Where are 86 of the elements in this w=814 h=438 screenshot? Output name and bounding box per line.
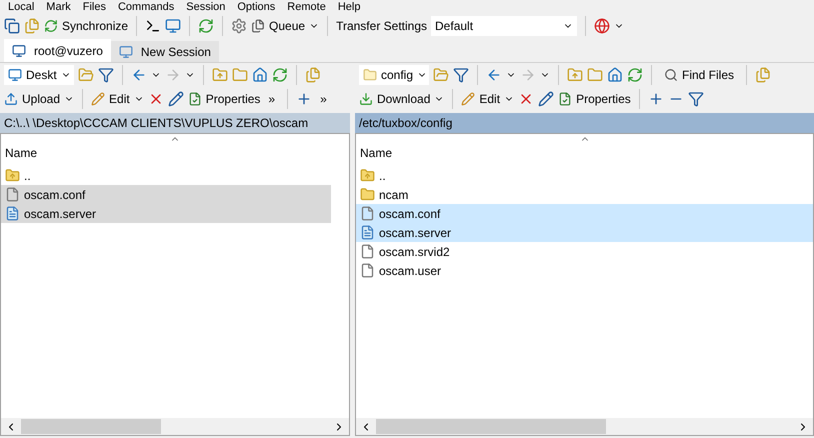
column-header[interactable]: Name [356, 144, 396, 162]
settings-icon[interactable] [231, 18, 248, 34]
more-icon[interactable]: » [264, 90, 280, 108]
path-bar: C:\..\ \Desktop\CCCAM CLIENTS\VUPLUS ZERO\oscam [0, 113, 350, 133]
properties-icon [558, 92, 572, 106]
plus-icon[interactable] [648, 91, 664, 107]
refresh-icon[interactable] [198, 18, 214, 34]
file-name: oscam.conf [379, 206, 440, 222]
filter-icon[interactable] [688, 91, 704, 107]
file-row[interactable]: oscam.server [356, 223, 813, 242]
menu-item[interactable]: Commands [118, 1, 174, 13]
parent-folder-icon [5, 168, 20, 183]
computer-icon[interactable] [165, 18, 182, 34]
download-button[interactable]: Download [359, 90, 430, 108]
upload-icon [4, 92, 18, 106]
more-icon[interactable]: » [316, 90, 331, 108]
horizontal-scrollbar[interactable] [356, 418, 813, 435]
refresh-icon[interactable] [627, 67, 643, 83]
properties-icon [188, 92, 202, 106]
terminal-icon[interactable] [145, 18, 162, 34]
text-file-icon [360, 225, 375, 240]
file-row[interactable]: oscam.srvid2 [356, 242, 813, 261]
pencil-icon [461, 92, 476, 106]
back-icon[interactable] [486, 67, 502, 83]
filter-icon[interactable] [98, 67, 114, 83]
file-icon [360, 244, 375, 259]
file-name: oscam.server [379, 224, 452, 242]
computer-icon [12, 44, 26, 58]
menu-item[interactable]: Session [186, 1, 226, 13]
menu-item[interactable]: Files [82, 1, 106, 13]
upload-button[interactable]: Upload [4, 90, 60, 108]
refresh-icon[interactable] [272, 67, 288, 83]
edit-button[interactable]: Edit [461, 90, 500, 108]
location-dropdown[interactable]: config [359, 65, 429, 85]
file-icon [5, 187, 20, 202]
synchronize-button[interactable]: Synchronize [44, 17, 128, 35]
file-name: oscam.conf [24, 186, 86, 204]
edit-button[interactable]: Edit [91, 90, 130, 108]
folder-icon [363, 68, 377, 82]
filter-icon[interactable] [453, 67, 469, 83]
home-icon[interactable] [252, 67, 268, 83]
file-row[interactable]: oscam.conf [356, 204, 813, 223]
session-tab[interactable]: New Session [110, 41, 219, 62]
queue-button[interactable]: Queue [251, 17, 306, 35]
file-name: oscam.user [379, 262, 442, 280]
sync-icon [44, 19, 58, 33]
path-bar: /etc/tuxbox/config [355, 113, 814, 133]
transfer-settings-label: Transfer Settings [336, 18, 428, 35]
find-files-button[interactable]: Find Files [660, 66, 738, 84]
file-row[interactable]: oscam.user [356, 261, 813, 280]
file-row[interactable]: ncam [356, 185, 813, 204]
scrollbar-thumb[interactable] [21, 419, 161, 434]
back-icon[interactable] [131, 67, 147, 83]
file-row[interactable]: .. [356, 166, 813, 185]
location-dropdown[interactable]: Deskt [4, 65, 74, 85]
queue-icon [251, 19, 266, 33]
transfer-settings-dropdown[interactable]: Default [431, 16, 578, 36]
file-row[interactable]: oscam.conf [1, 185, 331, 204]
menu-item[interactable]: Help [338, 1, 360, 13]
menu-item[interactable]: Options [237, 1, 276, 13]
text-file-icon [5, 206, 20, 221]
desktop-icon [8, 68, 22, 82]
scrollbar-thumb[interactable] [376, 419, 606, 434]
session-tab[interactable]: root@vuzero [4, 39, 111, 62]
pencil-icon [91, 92, 106, 106]
file-name: oscam.srvid2 [379, 244, 450, 260]
parent-folder-icon [360, 168, 375, 183]
search-icon [664, 68, 678, 82]
folder-icon [360, 187, 375, 202]
file-name: ncam [379, 186, 408, 204]
horizontal-scrollbar[interactable] [1, 418, 349, 435]
file-name: .. [379, 168, 386, 184]
file-row[interactable]: oscam.server [1, 204, 331, 223]
menu-item[interactable]: Local [8, 1, 34, 13]
properties-button[interactable]: Properties [188, 90, 260, 108]
home-icon[interactable] [607, 67, 623, 83]
properties-button[interactable]: Properties [558, 90, 631, 108]
file-icon [360, 263, 375, 278]
menu-item[interactable]: Remote [287, 1, 326, 13]
file-name: oscam.server [24, 206, 96, 222]
download-icon [359, 92, 373, 106]
file-name: .. [24, 168, 31, 184]
menu-item[interactable]: Mark [46, 1, 71, 13]
file-row[interactable]: .. [1, 166, 331, 185]
column-header[interactable]: Name [1, 144, 42, 162]
file-icon [360, 206, 375, 221]
